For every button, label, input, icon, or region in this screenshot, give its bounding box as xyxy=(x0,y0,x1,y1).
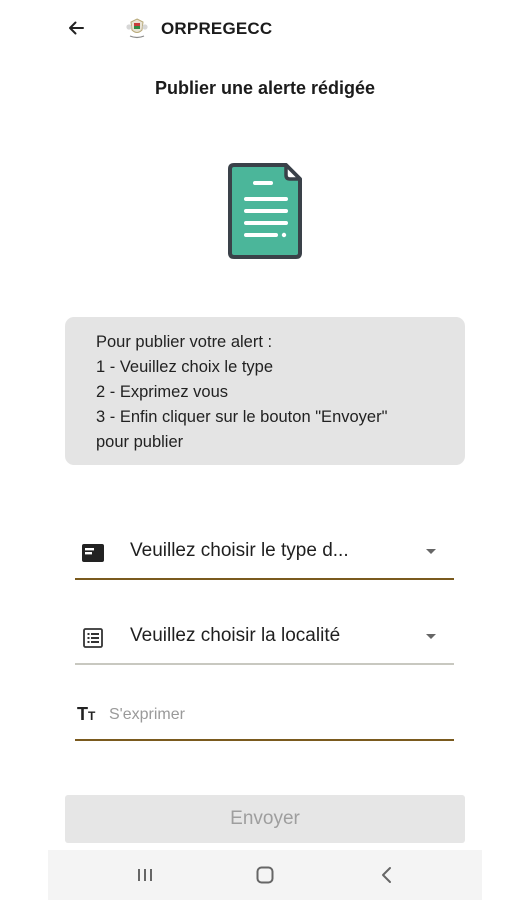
page-title: Publier une alerte rédigée xyxy=(154,78,376,98)
alert-type-value: Veuillez choisir le type d... xyxy=(130,540,349,561)
document-icon xyxy=(228,163,302,259)
app-bar: ORPREGECC xyxy=(48,0,482,56)
instructions-box: Pour publier votre alert : 1 - Veuillez … xyxy=(65,317,465,465)
instruction-line: 2 - Exprimez vous xyxy=(96,383,229,401)
recent-apps-button[interactable] xyxy=(132,862,158,888)
express-input[interactable] xyxy=(107,701,441,729)
home-icon xyxy=(256,866,274,884)
home-button[interactable] xyxy=(252,862,278,888)
dropdown-arrow-icon xyxy=(426,549,436,554)
app-title: ORPREGECC xyxy=(161,19,273,38)
instruction-line: pour publier xyxy=(96,433,184,451)
alert-type-select[interactable]: Veuillez choisir le type d... xyxy=(75,530,454,580)
app-screen: ORPREGECC Publier une alerte rédigée Pou… xyxy=(48,0,482,900)
text-size-icon: TT xyxy=(77,704,96,724)
chevron-left-icon xyxy=(382,867,391,883)
back-button[interactable] xyxy=(62,14,90,42)
system-navigation-bar xyxy=(48,850,482,900)
recent-apps-icon xyxy=(138,869,152,881)
system-back-button[interactable] xyxy=(374,862,400,888)
express-field[interactable]: TT xyxy=(75,700,454,741)
card-icon xyxy=(81,542,105,564)
coat-of-arms-logo xyxy=(126,18,148,39)
locality-select[interactable]: Veuillez choisir la localité xyxy=(75,615,454,665)
list-icon xyxy=(81,627,105,649)
dropdown-arrow-icon xyxy=(426,634,436,639)
send-button[interactable]: Envoyer xyxy=(65,795,465,843)
instruction-line: 3 - Enfin cliquer sur le bouton "Envoyer… xyxy=(96,408,388,426)
instruction-line: 1 - Veuillez choix le type xyxy=(96,358,274,376)
locality-value: Veuillez choisir la localité xyxy=(130,625,341,646)
arrow-left-icon xyxy=(69,21,84,35)
instruction-line: Pour publier votre alert : xyxy=(96,333,273,351)
